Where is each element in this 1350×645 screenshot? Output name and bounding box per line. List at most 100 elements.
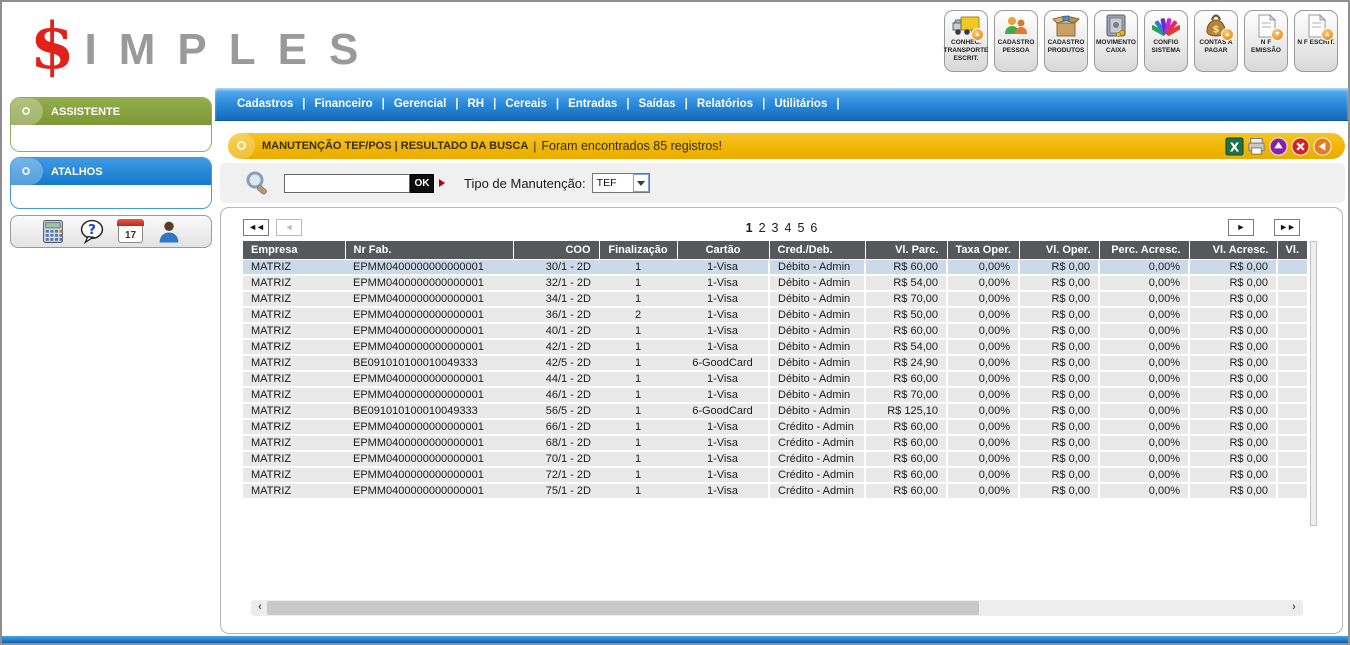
- toolbar-button-n-f-escrit[interactable]: N F ESCRIT.: [1294, 10, 1338, 72]
- cell-coo: 70/1 - 2D: [513, 451, 599, 467]
- printer-icon[interactable]: [1247, 137, 1266, 156]
- table-row[interactable]: MATRIZBE09101010001004933342/5 - 2D16-Go…: [243, 355, 1307, 371]
- cell-empresa: MATRIZ: [243, 275, 345, 291]
- menu-item-utilitarios[interactable]: Utilitários: [774, 98, 827, 110]
- column-header-vl-oper[interactable]: Vl. Oper.: [1019, 241, 1099, 259]
- atalhos-body: [11, 185, 211, 208]
- table-row[interactable]: MATRIZEPMM040000000000000144/1 - 2D11-Vi…: [243, 371, 1307, 387]
- table-row[interactable]: MATRIZEPMM040000000000000146/1 - 2D11-Vi…: [243, 387, 1307, 403]
- toolbar-button-config-sistema[interactable]: CONFIG SISTEMA: [1144, 10, 1188, 72]
- cell-coo: 42/1 - 2D: [513, 339, 599, 355]
- user-icon[interactable]: [156, 219, 182, 244]
- toolbar-button-movimento-caixa[interactable]: MOVIMENTO CAIXA: [1094, 10, 1138, 72]
- help-icon[interactable]: ?: [79, 219, 105, 244]
- page-link-6[interactable]: 6: [810, 221, 817, 235]
- cell-nr-fab: EPMM0400000000000001: [345, 371, 513, 387]
- page-link-2[interactable]: 2: [759, 221, 766, 235]
- page-link-4[interactable]: 4: [785, 221, 792, 235]
- search-ok-button[interactable]: OK: [410, 174, 434, 193]
- toolbar-button-label: CADASTRO PESSOA: [995, 39, 1037, 55]
- column-header-cartao[interactable]: Cartão: [677, 241, 769, 259]
- page-link-5[interactable]: 5: [797, 221, 804, 235]
- close-circle-icon[interactable]: [1291, 137, 1310, 156]
- menu-item-rh[interactable]: RH: [467, 98, 484, 110]
- column-header-coo[interactable]: COO: [513, 241, 599, 259]
- column-header-cred-deb[interactable]: Cred./Deb.: [769, 241, 865, 259]
- next-page-button[interactable]: [1228, 219, 1254, 236]
- table-row[interactable]: MATRIZEPMM040000000000000140/1 - 2D11-Vi…: [243, 323, 1307, 339]
- menu-item-cereais[interactable]: Cereais: [505, 98, 547, 110]
- last-page-button[interactable]: [1274, 219, 1300, 236]
- cell-nr-fab: BE091010100010049333: [345, 355, 513, 371]
- money-bag-icon: $: [1202, 14, 1230, 38]
- column-header-taxa-oper[interactable]: Taxa Oper.: [947, 241, 1019, 259]
- page-link-3[interactable]: 3: [772, 221, 779, 235]
- previous-page-button[interactable]: [276, 219, 302, 236]
- cell-finalizacao: 1: [599, 355, 677, 371]
- scroll-right-icon[interactable]: [1287, 600, 1301, 616]
- cell-empresa: MATRIZ: [243, 339, 345, 355]
- table-row[interactable]: MATRIZEPMM040000000000000166/1 - 2D11-Vi…: [243, 419, 1307, 435]
- cell-vl-acresc: R$ 0,00: [1189, 387, 1277, 403]
- cell-vl-acresc: R$ 0,00: [1189, 275, 1277, 291]
- table-row[interactable]: MATRIZEPMM040000000000000170/1 - 2D11-Vi…: [243, 451, 1307, 467]
- table-row[interactable]: MATRIZEPMM040000000000000168/1 - 2D11-Vi…: [243, 435, 1307, 451]
- calendar-icon[interactable]: 17: [118, 220, 143, 243]
- column-header-vl-parc[interactable]: Vl. Parc.: [865, 241, 947, 259]
- menu-item-gerencial[interactable]: Gerencial: [394, 98, 446, 110]
- cell-cartao: 1-Visa: [677, 435, 769, 451]
- first-page-button[interactable]: [243, 219, 269, 236]
- toolbar-button-cadastro-pessoa[interactable]: CADASTRO PESSOA: [994, 10, 1038, 72]
- column-header-finalizacao[interactable]: Finalização: [599, 241, 677, 259]
- toolbar-button-cadastro-produtos[interactable]: CADASTRO PRODUTOS: [1044, 10, 1088, 72]
- column-header-vl[interactable]: Vl.: [1277, 241, 1307, 259]
- excel-icon[interactable]: X: [1225, 137, 1244, 156]
- cell-finalizacao: 1: [599, 419, 677, 435]
- up-circle-icon[interactable]: [1269, 137, 1288, 156]
- arrow-down-badge-icon: [1271, 28, 1284, 41]
- calculator-icon[interactable]: [40, 219, 66, 244]
- page-link-1[interactable]: 1: [746, 221, 753, 235]
- cell-taxa-oper: 0,00%: [947, 467, 1019, 483]
- table-row[interactable]: MATRIZEPMM040000000000000134/1 - 2D11-Vi…: [243, 291, 1307, 307]
- menu-item-saidas[interactable]: Saídas: [639, 98, 676, 110]
- cell-vl-acresc: R$ 0,00: [1189, 339, 1277, 355]
- column-header-vl-acresc[interactable]: Vl. Acresc.: [1189, 241, 1277, 259]
- cell-vl-parc: R$ 60,00: [865, 483, 947, 499]
- menu-item-entradas[interactable]: Entradas: [568, 98, 617, 110]
- scroll-left-icon[interactable]: [253, 600, 267, 616]
- cell-taxa-oper: 0,00%: [947, 355, 1019, 371]
- table-row[interactable]: MATRIZEPMM040000000000000130/1 - 2D11-Vi…: [243, 259, 1307, 275]
- table-row[interactable]: MATRIZEPMM040000000000000172/1 - 2D11-Vi…: [243, 467, 1307, 483]
- column-header-nr-fab[interactable]: Nr Fab.: [345, 241, 513, 259]
- cell-cartao: 6-GoodCard: [677, 355, 769, 371]
- ring-icon: [22, 167, 30, 175]
- table-row[interactable]: MATRIZEPMM040000000000000136/1 - 2D21-Vi…: [243, 307, 1307, 323]
- assistente-header[interactable]: ASSISTENTE: [11, 98, 211, 125]
- menu-item-financeiro[interactable]: Financeiro: [314, 98, 372, 110]
- table-row[interactable]: MATRIZBE09101010001004933356/5 - 2D16-Go…: [243, 403, 1307, 419]
- menu-item-relatorios[interactable]: Relatórios: [697, 98, 753, 110]
- toolbar-button-contas-a-pagar[interactable]: $CONTAS A PAGAR: [1194, 10, 1238, 72]
- table-row[interactable]: MATRIZEPMM040000000000000175/1 - 2D11-Vi…: [243, 483, 1307, 499]
- horizontal-scrollbar-thumb[interactable]: [267, 601, 979, 615]
- menu-separator: |: [493, 98, 496, 110]
- table-row[interactable]: MATRIZEPMM040000000000000142/1 - 2D11-Vi…: [243, 339, 1307, 355]
- toolbar-button-n-f-emissao[interactable]: N F EMISSÃO: [1244, 10, 1288, 72]
- column-header-empresa[interactable]: Empresa: [243, 241, 345, 259]
- menu-item-cadastros[interactable]: Cadastros: [237, 98, 293, 110]
- back-circle-icon[interactable]: [1313, 137, 1332, 156]
- cell-finalizacao: 1: [599, 275, 677, 291]
- column-header-perc-acresc[interactable]: Perc. Acresc.: [1099, 241, 1189, 259]
- table-row[interactable]: MATRIZEPMM040000000000000132/1 - 2D11-Vi…: [243, 275, 1307, 291]
- atalhos-header[interactable]: ATALHOS: [11, 158, 211, 185]
- search-input[interactable]: [284, 174, 410, 193]
- search-icon: [244, 170, 270, 196]
- cell-vl-parc: R$ 54,00: [865, 275, 947, 291]
- maintenance-type-select[interactable]: TEF: [592, 173, 650, 193]
- cell-cred-deb: Débito - Admin: [769, 307, 865, 323]
- toolbar-button-conhec-transporte-escrit[interactable]: CONHEC. TRANSPORTE ESCRIT.: [944, 10, 988, 72]
- vertical-scrollbar[interactable]: [1310, 241, 1317, 526]
- menu-separator: |: [836, 98, 839, 110]
- sidebar: ASSISTENTE ATALHOS ? 17: [10, 97, 212, 248]
